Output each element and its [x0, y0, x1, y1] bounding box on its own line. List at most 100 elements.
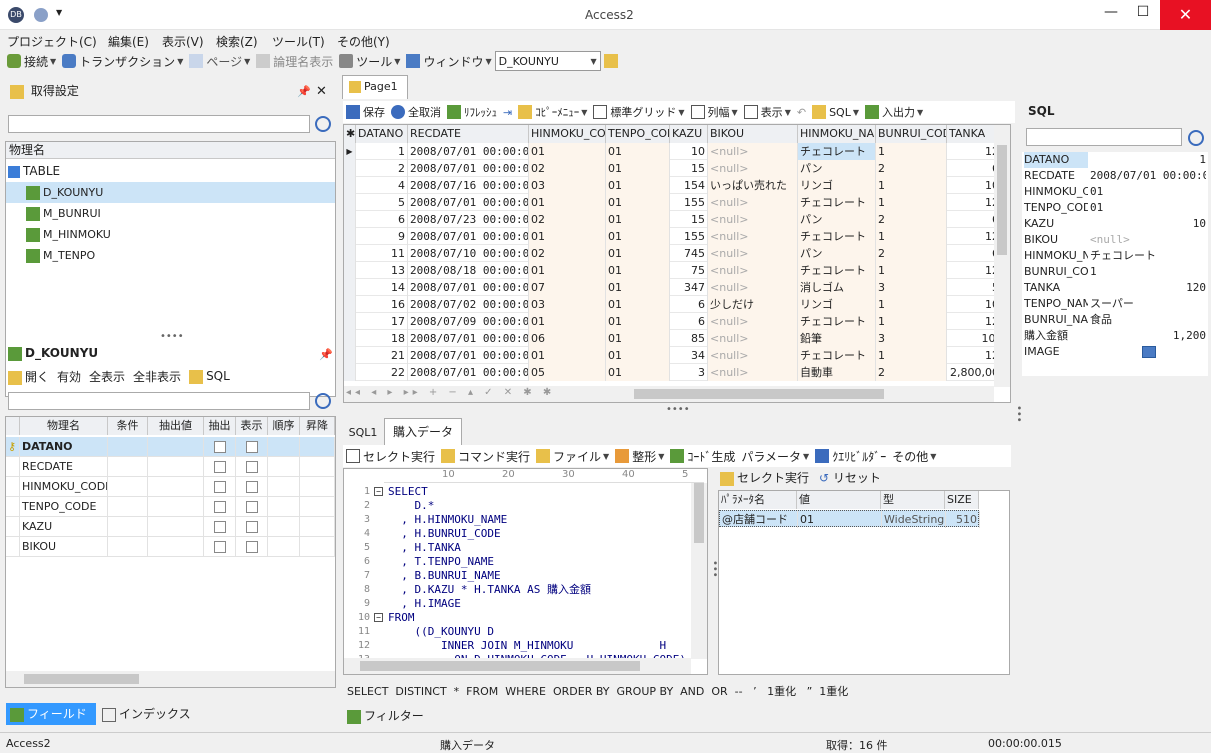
grid-cell[interactable]: 01	[529, 313, 606, 330]
grid-col-header[interactable]: DATANO	[356, 125, 408, 143]
field-row[interactable]: HINMOKU_CODE	[6, 477, 335, 497]
sql-search-icon[interactable]	[1188, 130, 1204, 146]
codegen-button[interactable]: ｺｰﾄﾞ生成	[667, 446, 738, 466]
splitter-grip[interactable]: ••••	[160, 331, 184, 342]
reset-button[interactable]: ↺ リセット	[819, 469, 881, 486]
hide-all-button[interactable]: 全非表示	[133, 368, 181, 385]
table-row[interactable]: 142008/07/01 00:00:000701347<null>消しゴム35…	[344, 279, 1009, 296]
other-button[interactable]: その他 ▼	[889, 446, 939, 466]
query-builder-button[interactable]: ｸｴﾘﾋﾞﾙﾀﾞｰ	[812, 446, 889, 466]
grid-cell[interactable]: 2008/07/01 00:00:00	[408, 160, 529, 177]
grid-cell[interactable]: 2008/07/09 00:00:00	[408, 313, 529, 330]
pin-icon[interactable]: 📌	[297, 85, 311, 98]
grid-cell[interactable]: 11	[356, 245, 408, 262]
col-extract-value[interactable]: 抽出値	[148, 417, 204, 435]
grid-cell[interactable]: 15	[670, 160, 708, 177]
detail-row[interactable]: TENPO_NAMEスーパー	[1022, 296, 1208, 312]
connect-button[interactable]: 接続 ▼	[4, 51, 59, 71]
field-row[interactable]: TENPO_CODE	[6, 497, 335, 517]
tool-button[interactable]: ツール ▼	[336, 51, 403, 71]
menu-view[interactable]: 表示(V)	[162, 33, 204, 50]
fold-marker[interactable]: −	[374, 487, 383, 496]
grid-cell[interactable]: 155	[670, 194, 708, 211]
table-select[interactable]: D_KOUNYU ▼	[494, 51, 601, 71]
keyword-bar[interactable]: SELECT DISTINCT * FROM WHERE ORDER BY GR…	[347, 683, 848, 699]
row-indicator[interactable]	[344, 194, 356, 211]
grid-cell[interactable]: 2008/07/01 00:00:00	[408, 279, 529, 296]
menu-tool[interactable]: ツール(T)	[272, 33, 325, 50]
grid-cell[interactable]: 1	[876, 143, 947, 160]
window-button[interactable]: ウィンドウ ▼	[403, 51, 494, 71]
grid-cell[interactable]: 05	[529, 364, 606, 381]
field-search-icon[interactable]	[315, 393, 331, 409]
splitter-grip-v[interactable]: •••	[1013, 405, 1024, 423]
grid-cell[interactable]: 15	[670, 211, 708, 228]
detail-row[interactable]: TANKA 120	[1022, 280, 1208, 296]
table-row[interactable]: 42008/07/16 00:00:000301154いっぱい売れたリンゴ110…	[344, 177, 1009, 194]
show-checkbox[interactable]	[236, 457, 268, 477]
grid-cell[interactable]: 14	[356, 279, 408, 296]
extract-checkbox[interactable]	[204, 477, 236, 497]
grid-cell[interactable]: 1	[356, 143, 408, 160]
grid-cell[interactable]: 01	[529, 228, 606, 245]
field-row[interactable]: RECDATE	[6, 457, 335, 477]
grid-cell[interactable]: 1	[876, 228, 947, 245]
grid-cell[interactable]: <null>	[708, 211, 798, 228]
param-col-value[interactable]: 値	[797, 491, 881, 509]
show-checkbox[interactable]	[236, 517, 268, 537]
grid-cell[interactable]: 6	[670, 296, 708, 313]
param-col-type[interactable]: 型	[881, 491, 945, 509]
grid-cell[interactable]: 2008/07/01 00:00:00	[408, 143, 529, 160]
grid-cell[interactable]: 4	[356, 177, 408, 194]
table-row[interactable]: 112008/07/10 00:00:000201745<null>パン260	[344, 245, 1009, 262]
grid-cell[interactable]: <null>	[708, 279, 798, 296]
col-order[interactable]: 順序	[268, 417, 300, 435]
col-show[interactable]: 表示	[236, 417, 268, 435]
extract-checkbox[interactable]	[204, 457, 236, 477]
close-button[interactable]: ✕	[1160, 0, 1211, 30]
table-row[interactable]: 162008/07/02 00:00:0003016少しだけリンゴ1100	[344, 296, 1009, 313]
grid-cell[interactable]: パン	[798, 245, 876, 262]
grid-cell[interactable]: 2008/07/01 00:00:00	[408, 347, 529, 364]
grid-cell[interactable]: 22	[356, 364, 408, 381]
grid-cell[interactable]: 01	[606, 279, 670, 296]
tree-item-m-tenpo[interactable]: M_TENPO	[6, 245, 95, 266]
param-row[interactable]: @店舗コード 01 WideString 510	[719, 510, 980, 528]
grid-cell[interactable]: 少しだけ	[708, 296, 798, 313]
row-indicator[interactable]: ▶	[344, 143, 356, 160]
row-indicator[interactable]	[344, 228, 356, 245]
grid-cell[interactable]: 154	[670, 177, 708, 194]
field-filter-input[interactable]	[8, 392, 310, 410]
grid-cell[interactable]: チェコレート	[798, 262, 876, 279]
detail-row[interactable]: HINMOKU_COI01	[1022, 184, 1208, 200]
grid-col-header[interactable]: RECDATE	[408, 125, 529, 143]
grid-cell[interactable]: 01	[529, 347, 606, 364]
parameter-button[interactable]: パラメータ ▼	[738, 446, 812, 466]
tree-root[interactable]: TABLE	[8, 161, 60, 181]
tree-item-d-kounyu[interactable]: D_KOUNYU	[6, 182, 335, 203]
grid-cell[interactable]: 155	[670, 228, 708, 245]
show-checkbox[interactable]	[236, 477, 268, 497]
grid-cell[interactable]: <null>	[708, 143, 798, 160]
image-icon[interactable]	[1142, 346, 1156, 358]
grid-cell[interactable]: 01	[606, 245, 670, 262]
grid-cell[interactable]: 1	[876, 177, 947, 194]
table-filter-input[interactable]	[8, 115, 310, 133]
transaction-button[interactable]: トランザクション ▼	[59, 51, 186, 71]
grid-cell[interactable]: 06	[529, 330, 606, 347]
grid-cell[interactable]: 1	[876, 347, 947, 364]
show-all-button[interactable]: 全表示	[89, 368, 125, 385]
row-indicator[interactable]	[344, 313, 356, 330]
grid-cell[interactable]: 2	[356, 160, 408, 177]
grid-cell[interactable]: 01	[606, 211, 670, 228]
sql-filter-input[interactable]	[1026, 128, 1182, 146]
detail-row[interactable]: 購入金額 1,200	[1022, 328, 1208, 344]
table-row[interactable]: 62008/07/23 00:00:00020115<null>パン260	[344, 211, 1009, 228]
grid-cell[interactable]: 01	[606, 228, 670, 245]
logical-name-button[interactable]: 論理名表示	[253, 51, 336, 71]
grid-cell[interactable]: 01	[529, 262, 606, 279]
detail-row[interactable]: BUNRUI_NAMI食品	[1022, 312, 1208, 328]
col-width-button[interactable]: 列幅 ▼	[688, 102, 741, 122]
grid-cell[interactable]: チェコレート	[798, 143, 876, 160]
grid-cell[interactable]: 3	[876, 279, 947, 296]
